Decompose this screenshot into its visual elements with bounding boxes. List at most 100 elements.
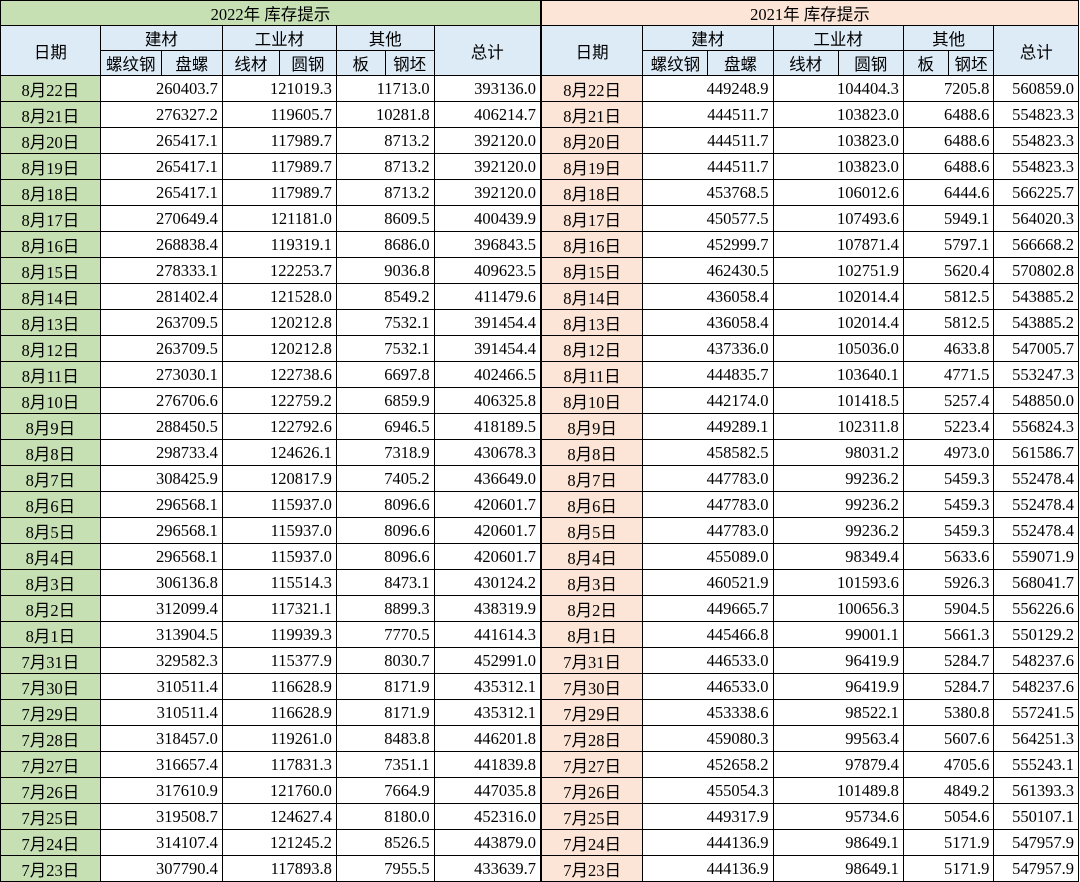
date-cell-2022: 7月30日: [0, 673, 101, 700]
jiancai-cell-2022: 317610.9: [99, 777, 223, 804]
total-cell-2021: 547005.7: [993, 335, 1079, 362]
gongye-cell-2022: 119939.3: [221, 621, 337, 648]
table-row: 8月18日 265417.1 117989.7 8713.2 392120.0 8月18日…: [0, 179, 1079, 206]
jiancai-cell-2021: 453768.5: [642, 179, 774, 206]
jiancai-cell-2021: 460521.9: [642, 569, 774, 596]
date-cell-2021: 8月20日: [539, 127, 644, 154]
gongye-cell-2021: 99236.2: [772, 517, 904, 544]
total-cell-2022: 420601.7: [433, 517, 542, 544]
date-cell-2022: 8月22日: [0, 75, 101, 102]
qita-cell-2021: 4705.6: [902, 751, 995, 778]
jiancai-cell-2021: 452658.2: [642, 751, 774, 778]
jiancai-cell-2022: 308425.9: [99, 465, 223, 492]
total-cell-2021: 552478.4: [993, 465, 1079, 492]
table-row: 7月26日 317610.9 121760.0 7664.9 447035.8 7月26日…: [0, 777, 1079, 804]
table-row: 8月10日 276706.6 122759.2 6859.9 406325.8 8月10日…: [0, 387, 1079, 414]
total-cell-2022: 452316.0: [433, 803, 542, 830]
total-cell-2021: 566225.7: [993, 179, 1079, 206]
total-header-2021: 总计: [993, 25, 1079, 76]
luowengang-header-2021: 螺纹钢: [642, 50, 709, 76]
total-cell-2022: 447035.8: [433, 777, 542, 804]
table-row: 8月1日 313904.5 119939.3 7770.5 441614.3 8月1日 44…: [0, 621, 1079, 648]
total-cell-2021: 559071.9: [993, 543, 1079, 570]
title-2021: 2021年 库存提示: [539, 0, 1079, 26]
qita-cell-2021: 5380.8: [902, 699, 995, 726]
jiancai-cell-2022: 276327.2: [99, 101, 223, 128]
gongye-cell-2022: 120212.8: [221, 309, 337, 336]
qita-cell-2021: 4973.0: [902, 439, 995, 466]
date-cell-2021: 8月13日: [539, 309, 644, 336]
gongye-cell-2022: 115937.0: [221, 543, 337, 570]
gongye-cell-2022: 120212.8: [221, 335, 337, 362]
total-cell-2022: 433639.7: [433, 855, 542, 882]
jiancai-cell-2022: 316657.4: [99, 751, 223, 778]
date-cell-2021: 7月30日: [539, 673, 644, 700]
jiancai-cell-2021: 444136.9: [642, 829, 774, 856]
jiancai-cell-2021: 447783.0: [642, 465, 774, 492]
qita-cell-2021: 5459.3: [902, 491, 995, 518]
date-cell-2022: 8月7日: [0, 465, 101, 492]
qita-cell-2022: 10281.8: [335, 101, 435, 128]
date-cell-2021: 8月5日: [539, 517, 644, 544]
jiancai-cell-2022: 296568.1: [99, 517, 223, 544]
gongye-cell-2021: 100656.3: [772, 595, 904, 622]
gongye-cell-2022: 117321.1: [221, 595, 337, 622]
gongye-cell-2021: 103823.0: [772, 101, 904, 128]
qita-cell-2022: 6697.8: [335, 361, 435, 388]
qita-cell-2022: 7770.5: [335, 621, 435, 648]
gongye-cell-2021: 98649.1: [772, 855, 904, 882]
gongye-cell-2021: 102014.4: [772, 283, 904, 310]
gongye-cell-2021: 99236.2: [772, 491, 904, 518]
total-cell-2022: 391454.4: [433, 309, 542, 336]
jiancai-cell-2021: 450577.5: [642, 205, 774, 232]
gongye-cell-2021: 95734.6: [772, 803, 904, 830]
date-cell-2021: 8月18日: [539, 179, 644, 206]
qita-cell-2021: 6444.6: [902, 179, 995, 206]
date-cell-2022: 8月3日: [0, 569, 101, 596]
total-cell-2021: 550107.1: [993, 803, 1079, 830]
total-cell-2022: 391454.4: [433, 335, 542, 362]
gongye-cell-2021: 101418.5: [772, 387, 904, 414]
qita-cell-2022: 7318.9: [335, 439, 435, 466]
date-cell-2022: 7月23日: [0, 855, 101, 882]
date-cell-2021: 8月8日: [539, 439, 644, 466]
date-cell-2021: 8月9日: [539, 413, 644, 440]
total-cell-2021: 548237.6: [993, 647, 1079, 674]
gongye-cell-2022: 115514.3: [221, 569, 337, 596]
gongye-cell-2021: 105036.0: [772, 335, 904, 362]
qita-cell-2022: 8483.8: [335, 725, 435, 752]
date-cell-2021: 8月22日: [539, 75, 644, 102]
gongye-header-2022: 工业材: [221, 25, 337, 51]
jiancai-cell-2022: 314107.4: [99, 829, 223, 856]
table-row: 8月22日 260403.7 121019.3 11713.0 393136.0 8月22…: [0, 75, 1079, 102]
panluo-header-2021: 盘螺: [707, 50, 774, 76]
qita-cell-2022: 11713.0: [335, 75, 435, 102]
gongye-cell-2021: 99563.4: [772, 725, 904, 752]
date-cell-2021: 7月31日: [539, 647, 644, 674]
total-cell-2021: 552478.4: [993, 491, 1079, 518]
gongye-cell-2021: 98649.1: [772, 829, 904, 856]
gongye-cell-2021: 98031.2: [772, 439, 904, 466]
jiancai-cell-2022: 296568.1: [99, 491, 223, 518]
total-cell-2022: 402466.5: [433, 361, 542, 388]
date-cell-2021: 8月10日: [539, 387, 644, 414]
total-header-2022: 总计: [433, 25, 542, 76]
qita-cell-2021: 5459.3: [902, 465, 995, 492]
gongye-cell-2022: 124626.1: [221, 439, 337, 466]
jiancai-cell-2022: 278333.1: [99, 257, 223, 284]
gongye-cell-2022: 121245.2: [221, 829, 337, 856]
table-row: 7月24日 314107.4 121245.2 8526.5 443879.0 7月24日…: [0, 829, 1079, 856]
date-header-2021: 日期: [539, 25, 644, 76]
jiancai-cell-2022: 276706.6: [99, 387, 223, 414]
title-2022: 2022年 库存提示: [0, 0, 542, 26]
qita-cell-2021: 6488.6: [902, 127, 995, 154]
date-cell-2022: 8月1日: [0, 621, 101, 648]
jiancai-cell-2022: 318457.0: [99, 725, 223, 752]
date-cell-2021: 8月12日: [539, 335, 644, 362]
qita-cell-2022: 8713.2: [335, 179, 435, 206]
ban-header-2021: 板: [902, 50, 949, 76]
total-cell-2021: 547957.9: [993, 829, 1079, 856]
jiancai-cell-2021: 449317.9: [642, 803, 774, 830]
date-cell-2022: 7月27日: [0, 751, 101, 778]
total-cell-2021: 557241.5: [993, 699, 1079, 726]
